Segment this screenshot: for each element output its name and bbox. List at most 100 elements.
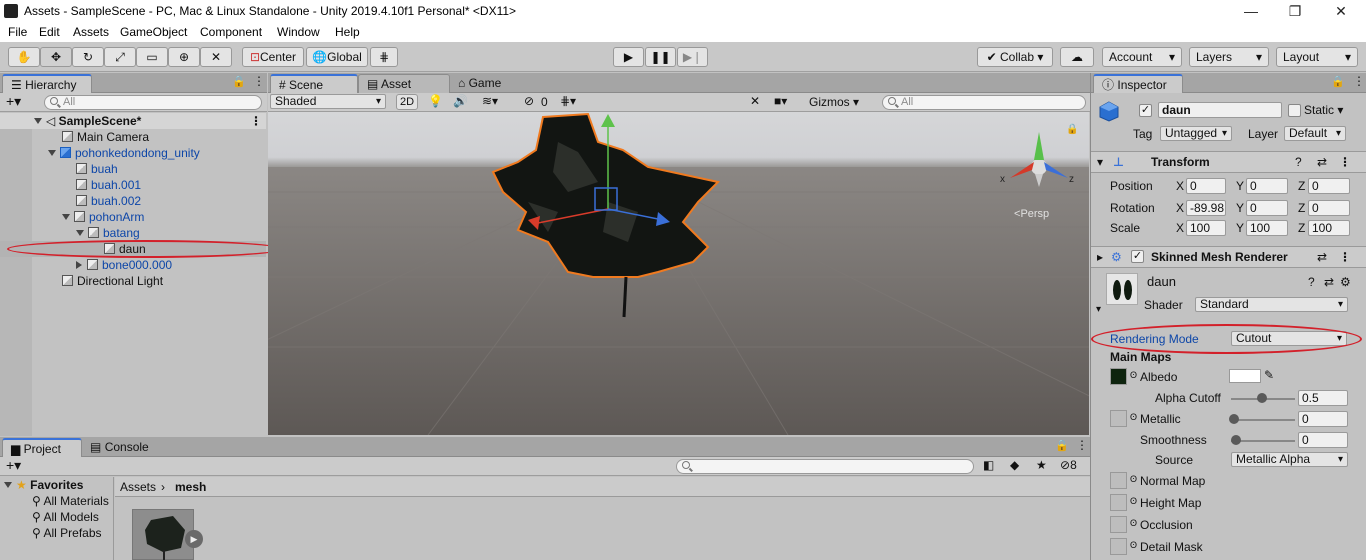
renderer-enabled-checkbox[interactable]: ✓ <box>1131 250 1144 263</box>
minimize-button[interactable]: — <box>1228 0 1274 23</box>
hierarchy-item-pohonarm[interactable]: pohonArm <box>0 209 266 225</box>
menu-gameobject[interactable]: GameObject <box>120 25 187 39</box>
position-x-field[interactable]: 0 <box>1186 178 1226 194</box>
account-dropdown[interactable]: Account ▾ <box>1102 47 1182 67</box>
help-icon[interactable]: ? <box>1295 152 1302 172</box>
tab-hierarchy[interactable]: ☰ Hierarchy <box>2 74 92 93</box>
grid-snap-icon[interactable]: ⋕ <box>370 47 398 67</box>
scale-tool-icon[interactable]: ⤢ <box>104 47 136 67</box>
favorite-all-models[interactable]: ⚲ All Models <box>32 510 99 524</box>
asset-thumbnail-tree[interactable]: ▶ <box>132 509 203 560</box>
collab-button[interactable]: ✔ Collab ▾ <box>977 47 1053 67</box>
scene-viewport[interactable]: x z <Persp 🔒 <box>268 112 1089 435</box>
metallic-field[interactable]: 0 <box>1298 411 1348 427</box>
metallic-slider[interactable] <box>1231 419 1295 421</box>
picker-dot-icon[interactable]: ʘ <box>1130 496 1137 506</box>
hierarchy-item-buah[interactable]: buah <box>0 161 266 177</box>
lock-icon[interactable]: 🔒 <box>1055 439 1069 452</box>
filter-label-icon[interactable]: ◆ <box>1010 458 1019 472</box>
lock-icon[interactable]: 🔒 <box>1331 75 1345 88</box>
pivot-center-button[interactable]: ⊡Center <box>242 47 304 67</box>
maximize-button[interactable]: ❐ <box>1272 0 1318 23</box>
albedo-color-swatch[interactable] <box>1229 369 1261 383</box>
source-dropdown[interactable]: Metallic Alpha <box>1231 452 1348 467</box>
layers-dropdown[interactable]: Layers ▾ <box>1189 47 1269 67</box>
picker-dot-icon[interactable]: ʘ <box>1130 370 1137 380</box>
move-tool-icon[interactable]: ✥ <box>40 47 72 67</box>
tab-game[interactable]: ⌂ Game <box>450 74 522 93</box>
panel-menu-icon[interactable]: ⋮ <box>253 74 265 88</box>
lighting-icon[interactable]: 💡 <box>428 94 443 108</box>
breadcrumb-mesh[interactable]: mesh <box>175 480 206 494</box>
tab-console[interactable]: ▤ Console <box>82 438 166 457</box>
preset-icon[interactable]: ⇄ <box>1317 247 1327 267</box>
favorite-all-prefabs[interactable]: ⚲ All Prefabs <box>32 526 102 540</box>
rotation-x-field[interactable]: -89.98 <box>1186 200 1226 216</box>
rotate-tool-icon[interactable]: ↻ <box>72 47 104 67</box>
transform-tool-icon[interactable]: ⊕ <box>168 47 200 67</box>
metallic-knob[interactable] <box>1229 414 1239 424</box>
preset-icon[interactable]: ⇄ <box>1317 152 1327 172</box>
scale-x-field[interactable]: 100 <box>1186 220 1226 236</box>
position-z-field[interactable]: 0 <box>1308 178 1350 194</box>
scene-search-input[interactable]: All <box>882 95 1086 110</box>
picker-dot-icon[interactable]: ʘ <box>1130 540 1137 550</box>
create-plus-icon[interactable]: +▾ <box>6 457 21 474</box>
scene-menu-icon[interactable]: ⋮ <box>250 113 262 129</box>
hidden-objects-icon[interactable]: ⊘ <box>524 94 534 108</box>
tab-project[interactable]: ▆ Project <box>2 438 82 457</box>
play-button[interactable]: ▶ <box>613 47 644 67</box>
menu-assets[interactable]: Assets <box>73 25 109 39</box>
hidden-packages-icon[interactable]: ⊘8 <box>1060 458 1077 472</box>
menu-window[interactable]: Window <box>277 25 320 39</box>
menu-file[interactable]: File <box>8 25 27 39</box>
hierarchy-item-directional-light[interactable]: Directional Light <box>0 273 266 289</box>
expand-asset-icon[interactable]: ▶ <box>185 530 203 548</box>
mode-2d-button[interactable]: 2D <box>396 94 418 110</box>
persp-label[interactable]: <Persp <box>1014 208 1049 220</box>
lock-icon[interactable]: 🔒 <box>232 75 246 88</box>
alpha-cutoff-field[interactable]: 0.5 <box>1298 390 1348 406</box>
tab-scene[interactable]: # Scene <box>270 74 358 93</box>
camera-icon[interactable]: ■▾ <box>774 94 787 108</box>
occlusion-slot[interactable] <box>1110 516 1127 533</box>
rotation-y-field[interactable]: 0 <box>1246 200 1288 216</box>
static-checkbox[interactable] <box>1288 104 1301 117</box>
scale-y-field[interactable]: 100 <box>1246 220 1288 236</box>
normal-map-slot[interactable] <box>1110 472 1127 489</box>
grid-toggle-icon[interactable]: ⋕▾ <box>560 94 576 108</box>
tools-icon[interactable]: ✕ <box>750 94 760 108</box>
layout-dropdown[interactable]: Layout ▾ <box>1276 47 1358 67</box>
picker-dot-icon[interactable]: ʘ <box>1130 474 1137 484</box>
favorite-all-materials[interactable]: ⚲ All Materials <box>32 494 109 508</box>
material-foldout-icon[interactable]: ▾ <box>1096 304 1101 315</box>
hierarchy-item-main-camera[interactable]: Main Camera <box>0 129 266 145</box>
filter-type-icon[interactable]: ◧ <box>983 458 994 472</box>
panel-menu-icon[interactable]: ⋮ <box>1076 438 1088 452</box>
skinned-mesh-header[interactable]: ▸ ⚙ ✓ Skinned Mesh Renderer ⇄ ⋮ <box>1091 246 1366 268</box>
shader-dropdown[interactable]: Standard <box>1195 297 1348 312</box>
custom-tool-icon[interactable]: ✕ <box>200 47 232 67</box>
help-icon[interactable]: ? <box>1308 275 1315 289</box>
eyedropper-icon[interactable]: ✎ <box>1264 368 1274 382</box>
smoothness-knob[interactable] <box>1231 435 1241 445</box>
settings-gear-icon[interactable]: ⚙ <box>1340 275 1351 289</box>
tab-asset-store[interactable]: ▤ Asset Store <box>358 74 450 109</box>
active-checkbox[interactable]: ✓ <box>1139 104 1152 117</box>
gizmos-dropdown[interactable]: Gizmos ▾ <box>809 95 859 109</box>
hierarchy-search-input[interactable]: All <box>44 95 262 110</box>
hierarchy-item-pohonkedondong[interactable]: pohonkedondong_unity <box>0 145 266 161</box>
component-menu-icon[interactable]: ⋮ <box>1339 247 1351 267</box>
rect-tool-icon[interactable]: ▭ <box>136 47 168 67</box>
step-button[interactable]: ▶❘ <box>677 47 708 67</box>
preset-icon[interactable]: ⇄ <box>1324 275 1334 289</box>
component-menu-icon[interactable]: ⋮ <box>1339 152 1351 172</box>
pivot-global-button[interactable]: 🌐Global <box>306 47 368 67</box>
detail-mask-slot[interactable] <box>1110 538 1127 555</box>
panel-menu-icon[interactable]: ⋮ <box>1353 74 1365 88</box>
height-map-slot[interactable] <box>1110 494 1127 511</box>
tab-inspector[interactable]: ⓘ Inspector <box>1093 74 1183 93</box>
albedo-texture-slot[interactable] <box>1110 368 1127 385</box>
project-search-input[interactable] <box>676 459 974 474</box>
tag-dropdown[interactable]: Untagged <box>1160 126 1232 141</box>
